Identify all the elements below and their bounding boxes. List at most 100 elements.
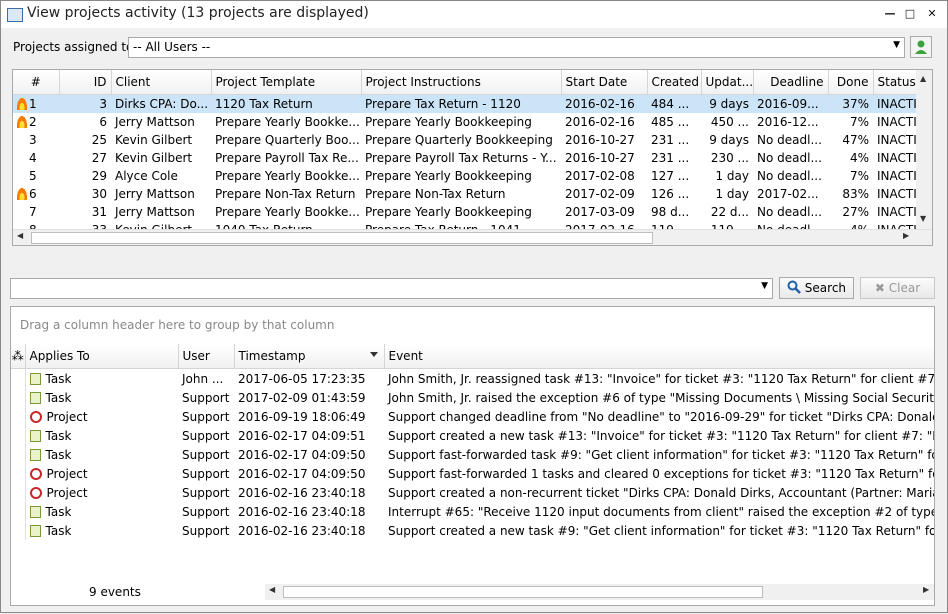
project-done-cell: 37% [828,94,873,113]
group-by-hint: Drag a column header here to group by th… [20,318,335,332]
project-client-cell: Jerry Mattson [115,205,195,219]
close-icon[interactable]: ✕ [925,7,939,21]
column-header-client[interactable]: Client [111,70,212,95]
scroll-left-icon[interactable]: ◀ [269,585,275,594]
maximize-icon[interactable]: □ [903,7,917,21]
event-row[interactable]: Task Support 2016-02-16 23:40:18 Interrupt … [11,502,934,521]
row-indicator[interactable] [11,407,26,426]
project-instructions-cell: Prepare Payroll Tax Returns - Y... [365,151,557,165]
event-row[interactable]: Task Support 2016-02-17 04:09:50 Support fa… [11,445,934,464]
project-deadline-cell: 2017-02... [757,187,819,201]
task-clipboard-icon [29,391,41,404]
row-indicator[interactable] [11,445,26,464]
project-created-cell: 485 ... [651,115,690,129]
scroll-right-icon[interactable]: ▶ [923,585,929,594]
column-header-project-template[interactable]: Project Template [211,70,362,95]
column-header-user[interactable]: User [178,344,235,369]
projects-horizontal-scrollbar[interactable]: ◀ ▶ [13,229,932,245]
project-updated-cell: 9 days [709,133,749,147]
events-scroll-thumb[interactable] [283,586,763,598]
event-applies-to-cell: Project [25,483,178,502]
column-header-number[interactable]: # [13,70,60,95]
event-row[interactable]: Task Support 2016-02-17 04:09:51 Support cr… [11,426,934,445]
project-row[interactable]: 4 27 Kevin Gilbert Prepare Payroll Tax Re..… [13,149,916,167]
event-applies-to: Task [45,504,72,519]
project-template-cell: Prepare Non-Tax Return [215,187,356,201]
title-bar: View projects activity (13 projects are … [0,0,948,29]
column-header-timestamp[interactable]: Timestamp [234,344,385,369]
project-updated-cell: 230 ... [710,151,749,165]
row-indicator[interactable] [11,388,26,407]
row-indicator[interactable] [11,464,26,483]
scroll-right-icon[interactable]: ▶ [903,231,909,240]
project-id-cell: 29 [91,169,107,183]
row-indicator[interactable] [11,502,26,521]
search-icon [787,280,801,294]
project-start-date-cell: 2016-10-27 [565,133,635,147]
event-timestamp-cell: 2016-02-17 04:09:50 [238,447,366,462]
projects-vertical-scrollbar[interactable]: ▲ ▼ [916,70,932,229]
event-applies-to-cell: Task [25,502,178,521]
project-number: 2 [29,115,37,129]
project-row[interactable]: 6 30 Jerry Mattson Prepare Non-Tax Return Pr… [13,185,916,203]
project-deadline-cell: 2016-12... [757,115,819,129]
project-number: 3 [29,133,37,147]
row-indicator[interactable] [11,521,26,540]
sort-descending-icon[interactable] [369,352,378,357]
event-row[interactable]: Task John ... 2017-06-05 17:23:35 John Smit… [11,368,934,388]
column-header-done[interactable]: Done [828,70,874,95]
event-description-cell: Support fast-forwarded 1 tasks and clear… [388,466,935,481]
project-number-cell: 2 [13,113,59,131]
event-user-cell: Support [182,409,230,424]
project-status-cell: INACTI [877,133,916,147]
column-header-id[interactable]: ID [59,70,112,95]
event-row[interactable]: Task Support 2016-02-16 23:40:18 Support cr… [11,521,934,540]
project-number: 6 [29,187,37,201]
search-combo[interactable]: ▼ [10,278,773,299]
project-row[interactable]: 7 31 Jerry Mattson Prepare Yearly Bookke...… [13,203,916,221]
event-applies-to-cell: Task [25,521,178,540]
column-header-start-date[interactable]: Start Date [561,70,648,95]
column-header-deadline[interactable]: Deadline [753,70,829,95]
column-header-project-instructions[interactable]: Project Instructions [361,70,562,95]
event-row[interactable]: Project Support 2016-02-17 04:09:50 Support… [11,464,935,483]
assigned-user-select[interactable]: -- All Users -- ▼ [128,37,905,58]
search-button[interactable]: Search [779,277,854,299]
project-start-date-cell: 2016-10-27 [565,151,635,165]
chevron-down-icon: ▼ [893,40,900,50]
scroll-down-icon[interactable]: ▼ [920,214,926,223]
event-row[interactable]: Project Support 2016-02-16 23:40:18 Support… [11,483,935,502]
column-header-created[interactable]: Created [647,70,702,95]
scroll-left-icon[interactable]: ◀ [17,231,23,240]
projects-scroll-thumb[interactable] [31,232,653,244]
events-horizontal-scrollbar[interactable]: ◀ ▶ [265,584,934,600]
event-row[interactable]: Task Support 2017-02-09 01:43:59 John Smith… [11,388,934,407]
minimize-icon[interactable]: — [883,7,897,21]
event-timestamp-cell: 2016-02-17 04:09:51 [238,428,366,443]
row-indicator[interactable] [11,483,26,502]
project-row[interactable]: 3 25 Kevin Gilbert Prepare Quarterly Boo...… [13,131,916,149]
column-header-applies-to[interactable]: Applies To [25,344,179,369]
project-id-cell: 3 [59,94,111,113]
project-status-cell: INACTI [877,151,916,165]
project-row[interactable]: 5 29 Alyce Cole Prepare Yearly Bookke... Pre… [13,167,916,185]
column-header-updated[interactable]: Updat... [701,70,754,95]
events-panel: Drag a column header here to group by th… [10,306,935,606]
clear-button[interactable]: ✖ Clear [860,277,935,299]
user-picker-button[interactable] [910,36,932,58]
event-applies-to-cell: Task [25,445,178,464]
project-row[interactable]: 1 3 Dirks CPA: Do... 1120 Tax Return Prepare… [13,94,916,113]
event-applies-to-cell: Project [25,464,178,483]
column-header-event[interactable]: Event [384,344,934,369]
project-row[interactable]: 2 6 Jerry Mattson Prepare Yearly Bookke... P… [13,113,916,131]
event-user-cell: Support [182,485,230,500]
event-description-cell: Support created a non-recurrent ticket "… [388,485,935,500]
project-status-cell: INACTI [877,115,916,129]
row-indicator[interactable] [11,426,26,445]
project-client-cell: Jerry Mattson [115,187,195,201]
row-indicator[interactable] [11,368,26,388]
project-start-date-cell: 2017-02-09 [565,187,635,201]
scroll-up-icon[interactable]: ▲ [920,74,926,83]
event-row[interactable]: Project Support 2016-09-19 18:06:49 Support… [11,407,934,426]
column-header-status[interactable]: Status [873,70,917,95]
